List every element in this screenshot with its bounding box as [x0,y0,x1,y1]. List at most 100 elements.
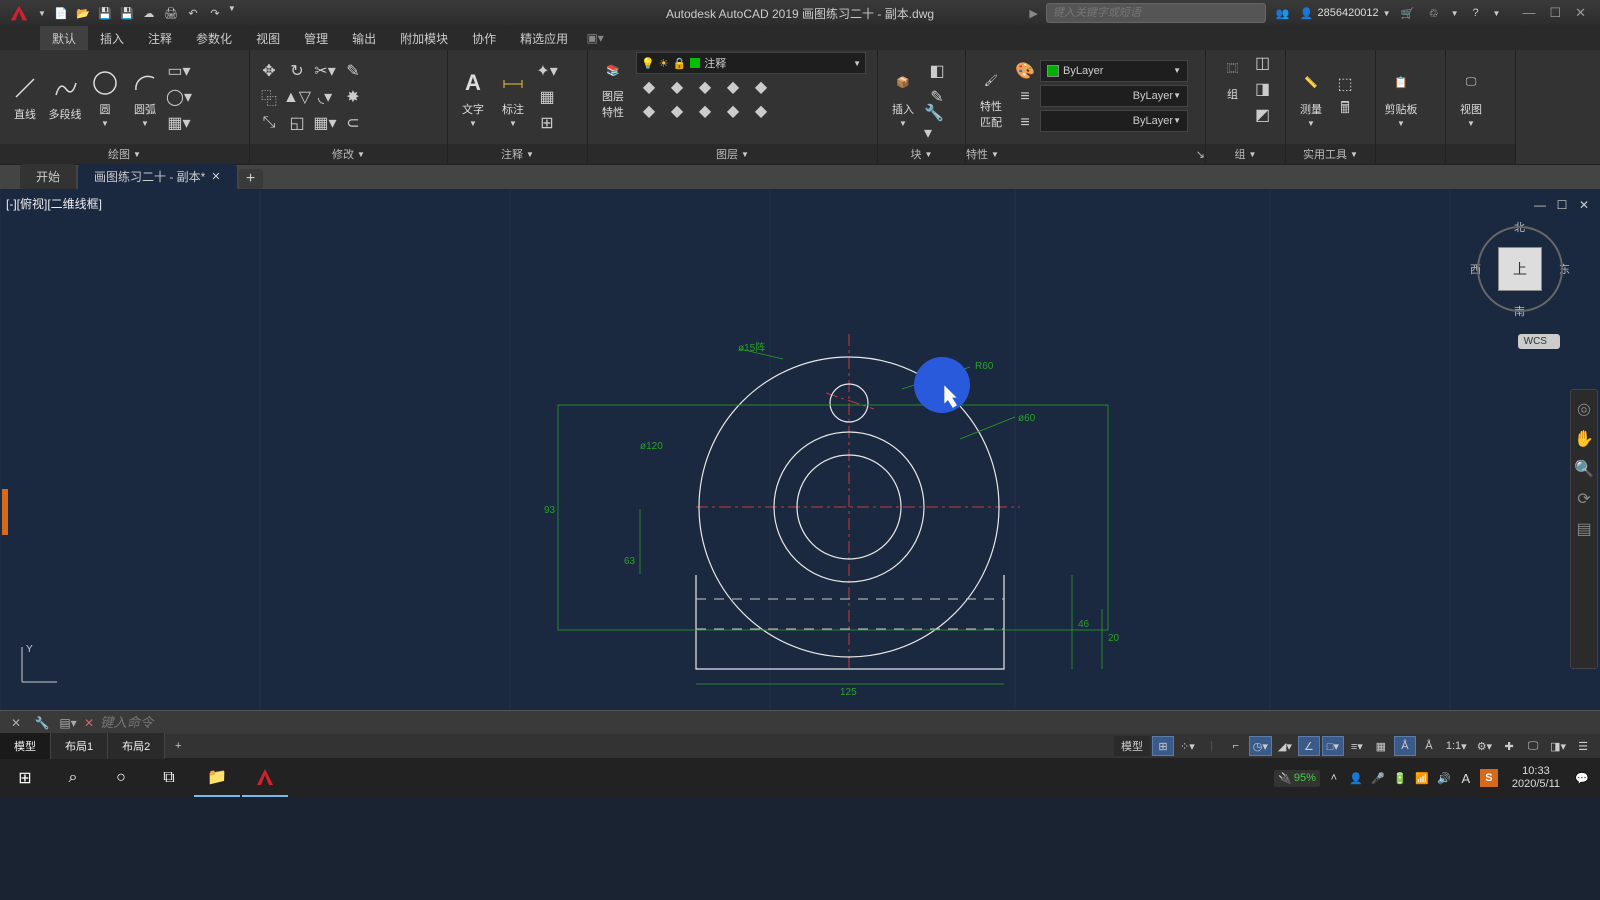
layer-tool-9[interactable]: ◆ [720,100,746,122]
tool-layer-properties[interactable]: 📚图层 特性 [594,54,632,120]
cmd-recent-icon[interactable]: ▤▾ [58,714,78,732]
list2-icon[interactable]: ≡ [1012,112,1038,134]
layer-tool-7[interactable]: ◆ [664,100,690,122]
app-logo[interactable] [0,0,38,26]
status-annoscale-icon[interactable]: Å [1394,736,1416,756]
maximize-button[interactable]: ☐ [1549,5,1561,21]
tray-lang-icon[interactable]: A [1458,770,1474,786]
block-tool-1[interactable]: ◧ [924,60,950,82]
tab-featured[interactable]: 精选应用 [508,26,580,50]
user-info[interactable]: 👤 2856420012 ▼ [1300,7,1391,20]
status-monitor-icon[interactable]: 🖵 [1522,736,1544,756]
tab-collaborate[interactable]: 协作 [460,26,508,50]
tab-default[interactable]: 默认 [40,26,88,50]
tab-start[interactable]: 开始 [20,164,76,189]
undo-icon[interactable]: ↶ [184,4,202,22]
minimize-button[interactable]: — [1522,5,1535,21]
app-menu-caret[interactable]: ▼ [38,9,46,18]
tool-match-properties[interactable]: 🖌特性 匹配 [972,64,1010,130]
nav-orbit-icon[interactable]: ⟳ [1575,490,1593,508]
panel-properties-title[interactable]: 特性▼↘ [966,144,1205,164]
tab-annotate[interactable]: 注释 [136,26,184,50]
layer-tool-8[interactable]: ◆ [692,100,718,122]
layer-dropdown[interactable]: 💡☀🔒 注释 ▼ [636,52,866,74]
autocad-icon[interactable] [242,759,288,797]
tool-view[interactable]: 🖵视图▼ [1452,67,1490,128]
drawing-viewport[interactable]: [-][俯视][二维线框] — ☐ ✕ [0,189,1600,710]
explorer-icon[interactable]: 📁 [194,759,240,797]
tool-mirror[interactable]: ▲▽ [284,86,310,108]
cmd-close-icon[interactable]: ✕ [6,714,26,732]
layer-tool-6[interactable]: ◆ [636,100,662,122]
tool-insert-block[interactable]: 📦插入▼ [884,67,922,128]
status-grid-icon[interactable]: ⊞ [1152,736,1174,756]
panel-layers-title[interactable]: 图层▼ [588,144,877,164]
tab-output[interactable]: 输出 [340,26,388,50]
panel-modify-title[interactable]: 修改▼ [250,144,447,164]
status-ortho-icon[interactable]: ⌐ [1225,736,1247,756]
search-input[interactable] [1046,3,1266,23]
layer-tool-2[interactable]: ◆ [664,76,690,98]
tool-arc[interactable]: 圆弧▼ [126,67,164,128]
tool-ellipse[interactable]: ◯▾ [166,86,192,108]
panel-block-title[interactable]: 块▼ [878,144,965,164]
tab-parametric[interactable]: 参数化 [184,26,244,50]
group-tool-1[interactable]: ◫ [1250,52,1276,74]
close-button[interactable]: ✕ [1575,5,1586,21]
tab-close-icon[interactable]: ✕ [211,170,220,183]
clock[interactable]: 10:33 2020/5/11 [1504,765,1568,791]
status-snap-icon[interactable]: ⁘▾ [1176,736,1199,756]
notifications-icon[interactable]: 💬 [1574,770,1590,786]
tool-hatch[interactable]: ▦▾ [166,112,192,134]
tool-clipboard[interactable]: 📋剪贴板▼ [1382,67,1420,128]
panel-utilities-title[interactable]: 实用工具▼ [1286,144,1375,164]
tool-group[interactable]: ⿴组 [1216,52,1250,126]
plot-icon[interactable]: 🖨 [162,4,180,22]
layout-tab-model[interactable]: 模型 [0,733,51,759]
list-icon[interactable]: ≡ [1012,86,1038,108]
tool-rectangle[interactable]: ▭▾ [166,60,192,82]
tray-volume-icon[interactable]: 🔊 [1436,770,1452,786]
tray-people-icon[interactable]: 👤 [1348,770,1364,786]
status-trans-icon[interactable]: ▦ [1370,736,1392,756]
status-plus-icon[interactable]: ✚ [1498,736,1520,756]
tab-addins[interactable]: 附加模块 [388,26,460,50]
tool-table[interactable]: ▦ [534,86,560,108]
exchange-icon[interactable]: ♲ [1425,4,1443,22]
layer-tool-10[interactable]: ◆ [748,100,774,122]
color-wheel-icon[interactable]: 🎨 [1012,60,1038,82]
tool-move[interactable]: ✥ [256,60,282,82]
status-custom-icon[interactable]: ☰ [1572,736,1594,756]
cmd-tool-icon[interactable]: 🔧 [32,714,52,732]
util-tool-1[interactable]: ⬚ [1332,73,1358,95]
cart-icon[interactable]: 🛒 [1399,4,1417,22]
viewcube[interactable]: 北 南 西 东 上 [1470,219,1570,319]
layer-tool-5[interactable]: ◆ [748,76,774,98]
group-tool-3[interactable]: ◩ [1250,104,1276,126]
tool-stretch[interactable]: ⤡ [256,112,282,134]
tool-copy[interactable]: ⿻ [256,86,282,108]
tool-offset[interactable]: ⊂ [340,112,366,134]
tool-line[interactable]: 直线 [6,72,44,122]
status-polar-icon[interactable]: ◷▾ [1249,736,1272,756]
panel-draw-title[interactable]: 绘图▼ [0,144,249,164]
tab-view[interactable]: 视图 [244,26,292,50]
start-button[interactable]: ⊞ [2,759,48,797]
save-icon[interactable]: 💾 [96,4,114,22]
tool-array[interactable]: ▦▾ [312,112,338,134]
tab-insert[interactable]: 插入 [88,26,136,50]
block-tool-3[interactable]: 🔧▾ [924,112,950,134]
tool-table2[interactable]: ⊞ [534,112,560,134]
tab-file[interactable]: 画图练习二十 - 副本*✕ [78,164,237,189]
tool-explode[interactable]: ✸ [340,86,366,108]
tool-scale[interactable]: ◱ [284,112,310,134]
group-tool-2[interactable]: ◨ [1250,78,1276,100]
drawing-canvas[interactable]: ø15阵 R60 ø60 ø120 93 63 125 46 20 [0,189,1600,710]
tool-erase[interactable]: ✎ [340,60,366,82]
tab-manage[interactable]: 管理 [292,26,340,50]
tray-power-icon[interactable]: 🔋 [1392,770,1408,786]
lineweight-dropdown[interactable]: ByLayer▼ [1040,85,1188,107]
tool-fillet[interactable]: ◟▾ [312,86,338,108]
nav-showmenu-icon[interactable]: ▤ [1575,520,1593,538]
tool-dimension[interactable]: 标注▼ [494,67,532,128]
